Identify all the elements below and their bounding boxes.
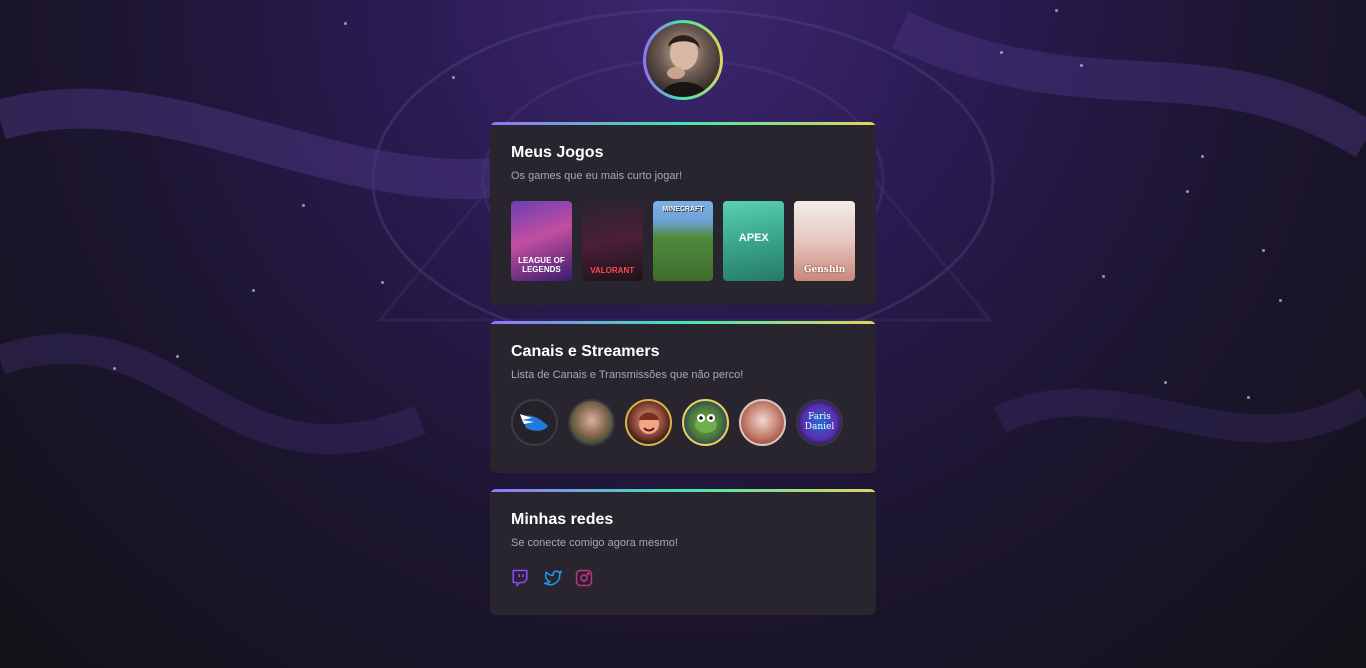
twitter-icon[interactable] [543,569,562,587]
social-card-title: Minhas redes [511,511,614,528]
profile-avatar [643,20,723,100]
profile-photo-art [660,35,708,97]
game-minecraft[interactable]: MINECRAFT [652,201,714,281]
game-label: VALORANT [590,266,635,275]
frog-icon [694,413,717,433]
star [252,289,255,292]
star [113,367,116,370]
star [1262,249,1265,252]
streamer-label: Faris Daniel [804,411,835,432]
game-valorant[interactable]: VALORANT [581,201,643,281]
streamer-avatar-faris-daniel[interactable]: Faris Daniel [796,399,843,446]
social-links [511,569,855,587]
star [1279,299,1282,302]
streamers-card: Canais e Streamers Lista de Canais e Tra… [490,321,876,473]
star [1247,396,1250,399]
streamer-avatar-5[interactable] [739,399,786,446]
game-label: MINECRAFT [662,206,704,213]
games-list: LEAGUE OF LEGENDS VALORANT MINECRAFT APE… [511,201,855,281]
streamer-avatar-3[interactable] [625,399,672,446]
cartoon-face-icon [638,412,659,434]
star [176,355,179,358]
main-column: Meus Jogos Os games que eu mais curto jo… [490,20,876,615]
game-genshin-impact[interactable]: Genshin [794,201,855,281]
star [1201,155,1204,158]
star [381,281,384,284]
streamer-avatar-4[interactable] [682,399,729,446]
star [1102,275,1105,278]
game-label: Genshin [803,265,846,275]
streamers-list: Faris Daniel [511,399,855,446]
instagram-icon[interactable] [575,569,593,587]
wing-logo-icon [519,413,548,431]
streamers-card-subtitle: Lista de Canais e Transmissões que não p… [511,369,744,381]
streamers-card-title: Canais e Streamers [511,343,660,360]
game-label: LEAGUE OF LEGENDS [518,256,565,275]
star [344,22,347,25]
star [1055,9,1058,12]
games-card: Meus Jogos Os games que eu mais curto jo… [490,122,876,305]
game-label: APEX [738,231,769,244]
star [1000,51,1003,54]
star [1186,190,1189,193]
game-apex-legends[interactable]: APEX [723,201,785,281]
star [452,76,455,79]
streamer-avatar-2[interactable] [568,399,615,446]
games-card-title: Meus Jogos [511,144,604,161]
star [1164,381,1167,384]
twitch-icon[interactable] [511,569,529,587]
star [302,204,305,207]
streamer-avatar-wings[interactable] [511,399,558,446]
social-card-subtitle: Se conecte comigo agora mesmo! [511,537,678,549]
star [1080,64,1083,67]
games-card-subtitle: Os games que eu mais curto jogar! [511,170,683,182]
social-card: Minhas redes Se conecte comigo agora mes… [490,489,876,615]
profile-photo [646,23,720,97]
game-league-of-legends[interactable]: LEAGUE OF LEGENDS [511,201,572,281]
